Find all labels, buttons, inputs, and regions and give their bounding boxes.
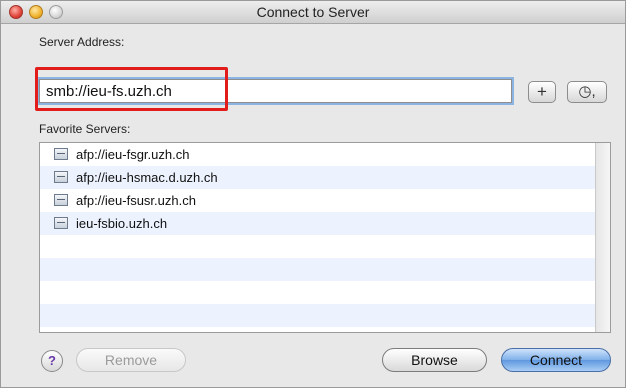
- browse-button[interactable]: Browse: [382, 348, 487, 372]
- server-icon: [54, 217, 68, 229]
- clock-icon: ◷,: [578, 83, 596, 100]
- server-icon: [54, 171, 68, 183]
- server-icon: [54, 148, 68, 160]
- favorite-servers-list[interactable]: afp://ieu-fsgr.uzh.ch afp://ieu-hsmac.d.…: [39, 142, 611, 333]
- empty-row: [40, 304, 596, 327]
- remove-button[interactable]: Remove: [76, 348, 186, 372]
- list-item[interactable]: afp://ieu-fsgr.uzh.ch: [40, 143, 596, 166]
- empty-row: [40, 258, 596, 281]
- list-item-label: afp://ieu-fsusr.uzh.ch: [76, 193, 196, 208]
- list-item[interactable]: ieu-fsbio.uzh.ch: [40, 212, 596, 235]
- favorite-servers-label: Favorite Servers:: [39, 122, 131, 136]
- server-icon: [54, 194, 68, 206]
- highlight-annotation-box: [35, 67, 228, 111]
- empty-row: [40, 281, 596, 304]
- help-button[interactable]: ?: [41, 350, 63, 372]
- window-title: Connect to Server: [256, 4, 370, 20]
- vertical-scrollbar[interactable]: [595, 143, 610, 332]
- list-item[interactable]: afp://ieu-fsusr.uzh.ch: [40, 189, 596, 212]
- list-item-label: afp://ieu-hsmac.d.uzh.ch: [76, 170, 218, 185]
- title-bar: Connect to Server: [1, 1, 625, 24]
- connect-button[interactable]: Connect: [501, 348, 611, 372]
- recent-servers-button[interactable]: ◷,: [567, 81, 607, 103]
- connect-to-server-window: Connect to Server Server Address: + ◷, F…: [0, 0, 626, 388]
- list-item[interactable]: afp://ieu-hsmac.d.uzh.ch: [40, 166, 596, 189]
- add-favorite-button[interactable]: +: [528, 81, 556, 103]
- list-item-label: ieu-fsbio.uzh.ch: [76, 216, 168, 231]
- server-address-label: Server Address:: [39, 35, 125, 49]
- list-item-label: afp://ieu-fsgr.uzh.ch: [76, 147, 190, 162]
- empty-row: [40, 235, 596, 258]
